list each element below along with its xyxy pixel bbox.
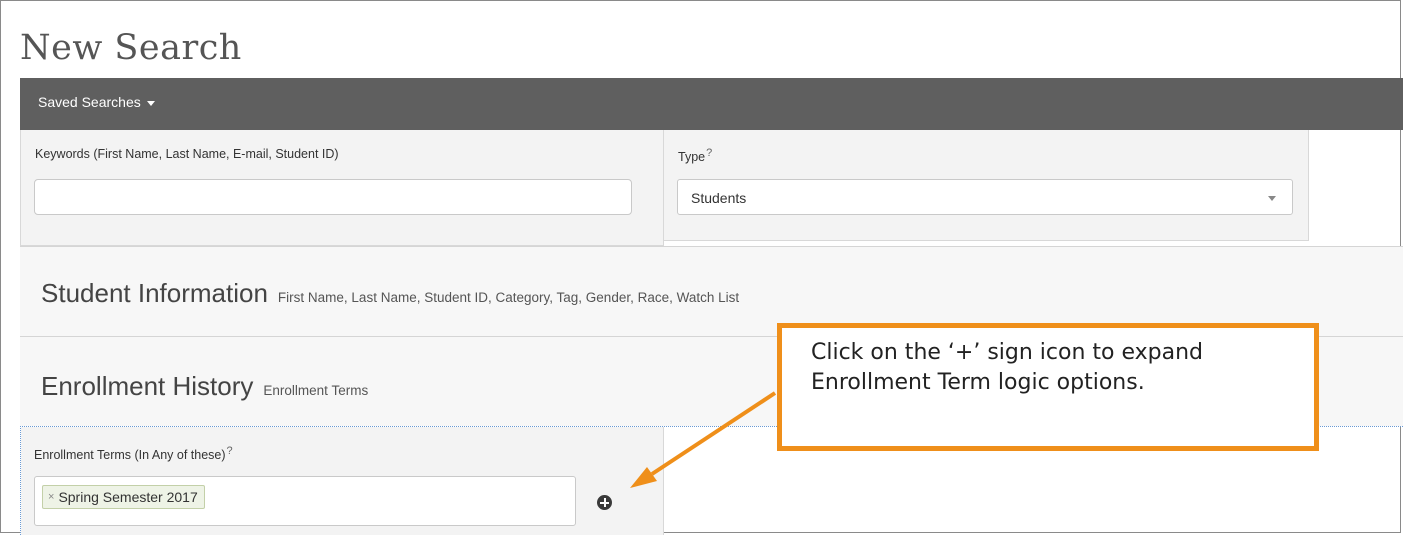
type-help-icon[interactable]: ? <box>706 147 712 159</box>
keywords-panel: Keywords (First Name, Last Name, E-mail,… <box>20 130 664 246</box>
student-information-subtitle: First Name, Last Name, Student ID, Categ… <box>277 290 740 305</box>
search-toolbar: Saved Searches <box>20 78 1403 130</box>
student-information-heading: Student Information First Name, Last Name… <box>41 278 739 309</box>
chevron-down-icon <box>1268 196 1276 201</box>
keywords-label: Keywords (First Name, Last Name, E-mail,… <box>35 147 339 161</box>
callout-text: Click on the ‘+’ sign icon to expand Enr… <box>811 340 1204 395</box>
type-select[interactable]: Students <box>677 179 1293 215</box>
term-token: × Spring Semester 2017 <box>42 485 205 509</box>
saved-searches-dropdown[interactable]: Saved Searches <box>38 94 155 110</box>
saved-searches-label: Saved Searches <box>38 94 141 110</box>
add-circle-icon[interactable] <box>597 495 612 510</box>
page-title: New Search <box>20 28 242 68</box>
enrollment-terms-label: Enrollment Terms (In Any of these) <box>34 448 226 463</box>
enrollment-terms-label-wrap: Enrollment Terms (In Any of these)? <box>34 445 233 462</box>
enrollment-history-title: Enrollment History <box>41 371 254 401</box>
enrollment-terms-panel: Enrollment Terms (In Any of these)? × Sp… <box>21 427 664 535</box>
enrollment-terms-input[interactable]: × Spring Semester 2017 <box>34 476 576 526</box>
type-label: Type <box>678 150 706 165</box>
type-label-wrap: Type? <box>678 147 712 164</box>
keywords-input[interactable] <box>34 179 632 215</box>
remove-token-icon[interactable]: × <box>48 491 54 503</box>
term-token-label: Spring Semester 2017 <box>58 489 198 505</box>
enrollment-history-heading: Enrollment History Enrollment Terms <box>41 371 368 402</box>
type-select-value: Students <box>691 190 747 206</box>
instruction-callout: Click on the ‘+’ sign icon to expand Enr… <box>777 323 1319 451</box>
enrollment-history-subtitle: Enrollment Terms <box>263 383 369 398</box>
type-panel: Type? Students <box>664 130 1309 241</box>
enrollment-terms-help-icon[interactable]: ? <box>227 445 233 457</box>
student-information-title: Student Information <box>41 278 268 308</box>
caret-down-icon <box>146 100 155 106</box>
